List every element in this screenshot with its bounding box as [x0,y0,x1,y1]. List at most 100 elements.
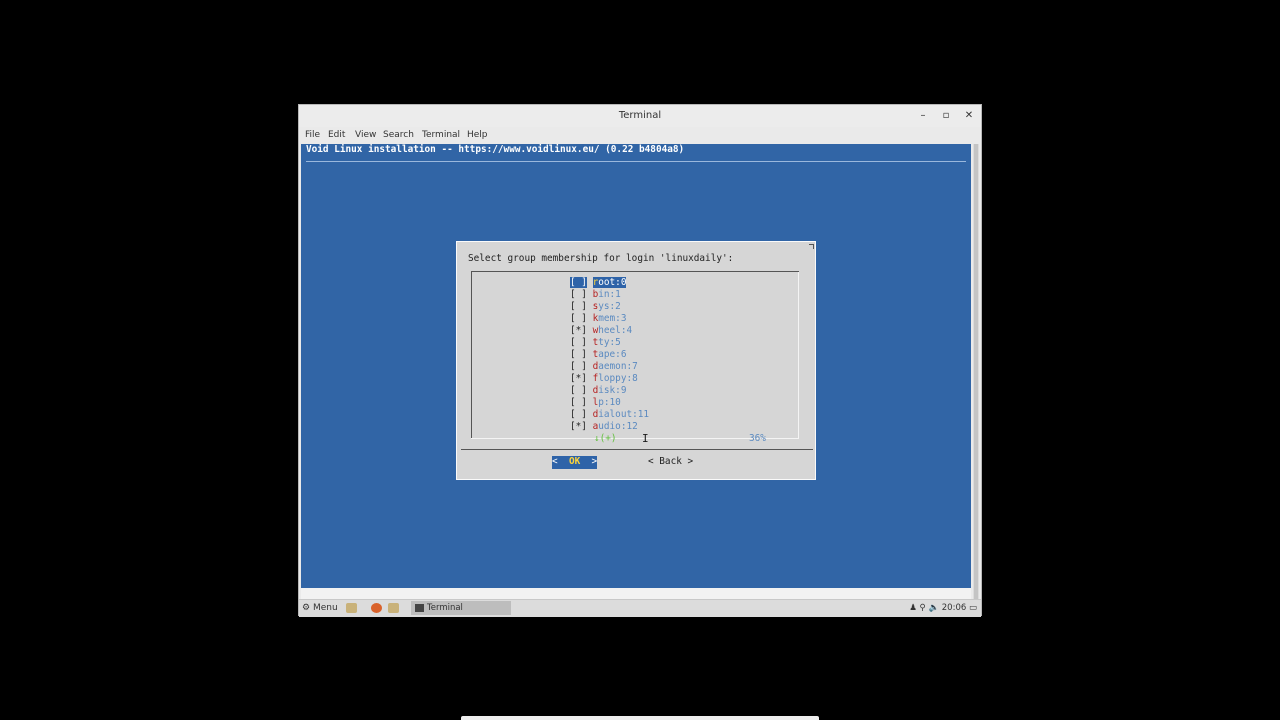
group-checkbox[interactable]: [ ] [570,277,587,288]
terminal-icon [415,604,424,612]
group-label: root:0 [592,277,627,288]
group-item[interactable]: [ ] tape:6 [570,349,626,361]
group-item[interactable]: [*] floppy:8 [570,373,638,385]
display-icon[interactable]: ▭ [969,603,977,613]
group-item[interactable]: [ ] dialout:11 [570,409,649,421]
task-terminal[interactable]: Terminal [411,601,511,615]
ok-right: > [580,456,598,467]
ok-label: OK [568,456,581,467]
group-name: udio:12 [598,421,638,432]
menu-bar: File Edit View Search Terminal Help [299,129,981,143]
group-label: tty:5 [593,337,621,348]
group-membership-dialog: Select group membership for login 'linux… [456,241,816,480]
firefox-icon[interactable] [371,603,382,613]
group-checkbox[interactable]: [*] [570,325,587,336]
group-name: aemon:7 [598,361,638,372]
file-manager-icon[interactable] [346,603,357,613]
group-label: disk:9 [593,385,627,396]
group-item[interactable]: [ ] root:0 [570,277,627,289]
bottom-panel-edge [461,716,819,720]
menu-view[interactable]: View [355,130,376,140]
group-checkbox[interactable]: [*] [570,373,587,384]
group-item[interactable]: [ ] sys:2 [570,301,621,313]
window-title: Terminal [618,110,662,121]
terminal-window: Terminal – ▫ ✕ File Edit View Search Ter… [298,104,982,617]
group-label: audio:12 [593,421,638,432]
group-name: ape:6 [598,349,627,360]
user-icon[interactable]: ♟ [909,603,917,613]
group-checkbox[interactable]: [ ] [570,397,587,408]
group-name: loppy:8 [598,373,638,384]
task-terminal-label: Terminal [427,603,463,613]
installer-header: Void Linux installation -- https://www.v… [306,144,685,155]
group-checkbox[interactable]: [ ] [570,289,587,300]
group-checkbox[interactable]: [ ] [570,337,587,348]
group-list-edge [798,272,799,438]
taskbar: ⚙ Menu Terminal ♟ ⚲ 🔈 20:06 ▭ [299,599,981,617]
more-indicator: ↓(+) [594,433,617,444]
ok-left: < [552,456,569,467]
group-name: in:1 [598,289,621,300]
group-name: p:10 [598,397,621,408]
menu-terminal[interactable]: Terminal [422,130,460,140]
group-label: floppy:8 [593,373,638,384]
group-name: ialout:11 [598,409,650,420]
start-menu-button[interactable]: ⚙ Menu [302,603,338,613]
group-name: oot:0 [598,277,627,288]
group-label: kmem:3 [593,313,627,324]
group-name: heel:4 [598,325,633,336]
ok-button[interactable]: < OK > [552,456,598,469]
menu-search[interactable]: Search [383,130,414,140]
network-icon[interactable]: ⚲ [920,603,926,613]
terminal-bottom-strip [301,588,971,599]
group-item[interactable]: [ ] daemon:7 [570,361,638,373]
dialog-corner [809,244,814,249]
gear-icon: ⚙ [302,603,311,613]
dialog-separator [461,449,813,450]
back-button[interactable]: < Back > [648,456,693,467]
group-name: isk:9 [598,385,627,396]
group-name: mem:3 [598,313,627,324]
group-label: daemon:7 [593,361,638,372]
group-checkbox[interactable]: [ ] [570,349,587,360]
terminal-scrollbar[interactable] [973,144,979,599]
system-tray: ♟ ⚲ 🔈 20:06 ▭ [909,603,977,613]
group-checkbox[interactable]: [ ] [570,409,587,420]
group-checkbox[interactable]: [ ] [570,361,587,372]
text-cursor-icon: Ι [642,432,649,445]
group-label: wheel:4 [593,325,633,336]
group-label: dialout:11 [593,409,649,420]
group-label: sys:2 [593,301,621,312]
group-name: ys:2 [598,301,621,312]
menu-edit[interactable]: Edit [328,130,345,140]
group-item[interactable]: [*] wheel:4 [570,325,632,337]
group-item[interactable]: [ ] bin:1 [570,289,621,301]
group-label: tape:6 [593,349,627,360]
group-checkbox[interactable]: [ ] [570,385,587,396]
menu-file[interactable]: File [305,130,320,140]
clock[interactable]: 20:06 [942,603,967,613]
terminal-area[interactable]: Void Linux installation -- https://www.v… [301,144,971,588]
group-item[interactable]: [*] audio:12 [570,421,638,433]
group-label: bin:1 [593,289,621,300]
group-checkbox[interactable]: [ ] [570,313,587,324]
group-label: lp:10 [593,397,621,408]
scrollbar-thumb[interactable] [974,144,978,599]
group-item[interactable]: [ ] kmem:3 [570,313,626,325]
group-item[interactable]: [ ] lp:10 [570,397,621,409]
close-button[interactable]: ✕ [962,109,976,123]
minimize-button[interactable]: – [916,109,930,123]
header-rule [306,161,966,162]
menu-help[interactable]: Help [467,130,488,140]
group-checkbox[interactable]: [ ] [570,301,587,312]
maximize-button[interactable]: ▫ [939,109,953,123]
volume-icon[interactable]: 🔈 [928,603,939,613]
scroll-percent: 36% [749,433,766,444]
group-item[interactable]: [ ] tty:5 [570,337,621,349]
start-menu-label: Menu [312,603,338,613]
group-name: ty:5 [598,337,621,348]
group-item[interactable]: [ ] disk:9 [570,385,626,397]
folder-icon[interactable] [388,603,399,613]
group-checkbox[interactable]: [*] [570,421,587,432]
title-bar[interactable]: Terminal – ▫ ✕ [299,105,981,127]
